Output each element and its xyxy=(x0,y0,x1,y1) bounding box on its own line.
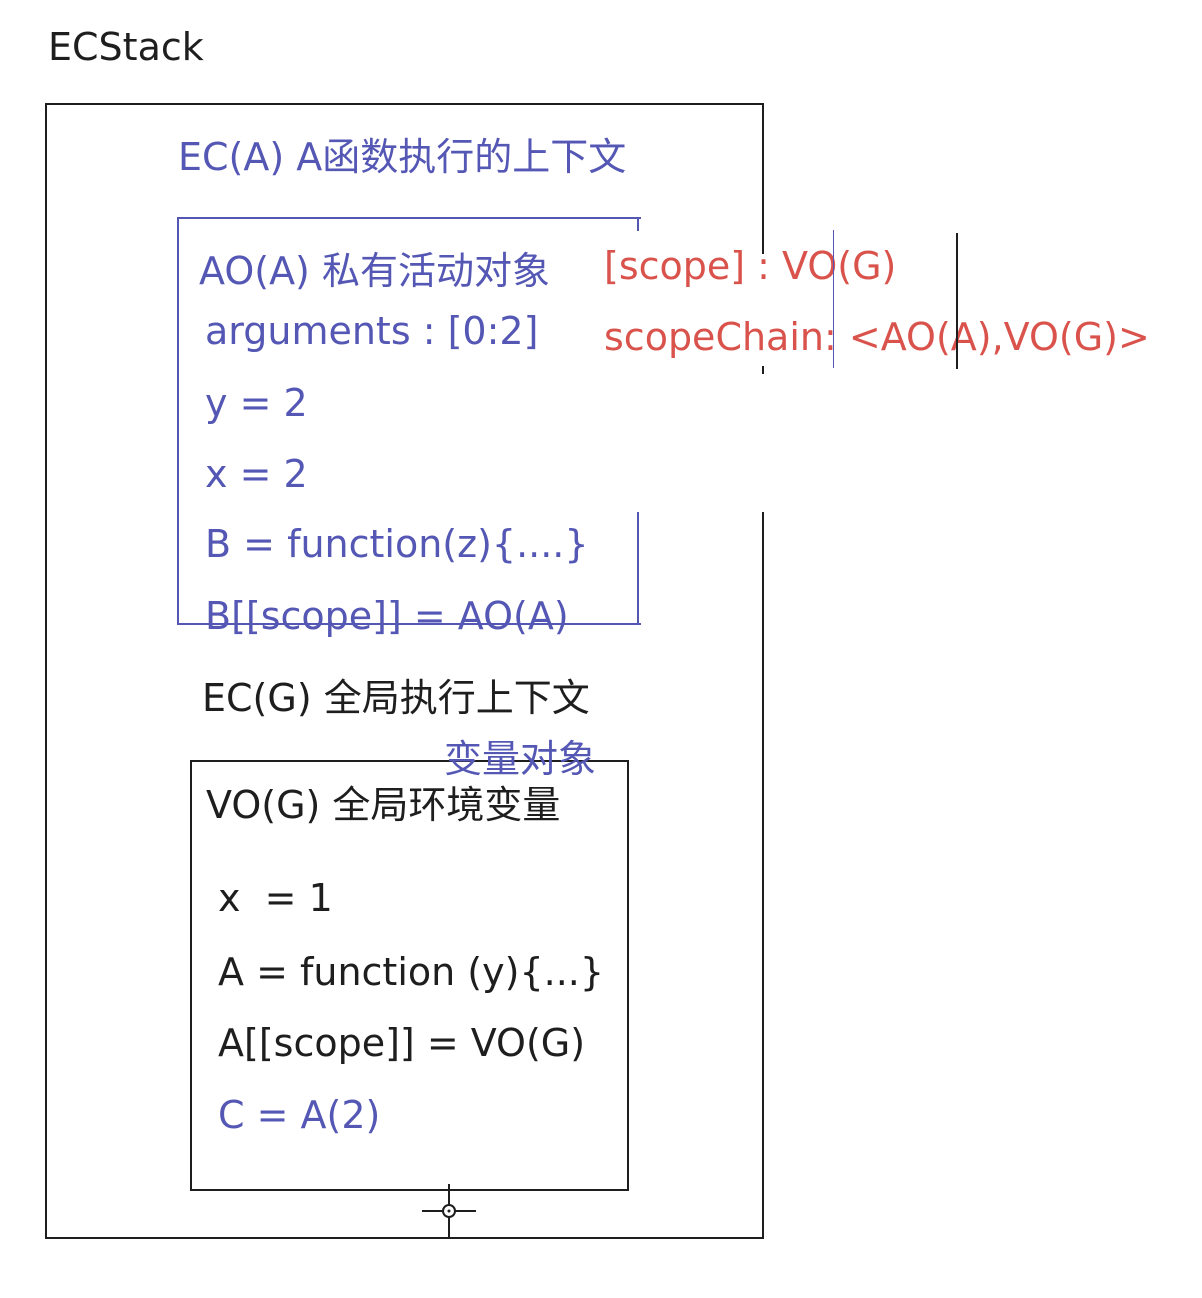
ao-a-line: B = function(z){....} xyxy=(205,522,589,566)
scope-annotation: [scope] : VO(G) xyxy=(604,244,897,288)
vo-g-line: A[[scope]] = VO(G) xyxy=(218,1021,586,1065)
ao-a-line: y = 2 xyxy=(205,381,308,425)
vo-g-label: VO(G) 全局环境变量 xyxy=(206,783,561,827)
ecstack-title: ECStack xyxy=(48,25,204,69)
ao-a-box-right-bottom xyxy=(637,512,639,625)
crosshair-move-cursor-icon xyxy=(422,1184,476,1238)
variable-object-annotation: 变量对象 xyxy=(444,737,597,781)
vo-g-line: A = function (y){...} xyxy=(218,950,605,994)
ao-a-line: x = 2 xyxy=(205,452,308,496)
vo-g-line: x = 1 xyxy=(218,876,333,920)
text-caret-line xyxy=(833,230,834,368)
scope-chain-annotation: scopeChain: <AO(A),VO(G)> xyxy=(604,315,1150,359)
ao-a-box-right-top xyxy=(637,217,639,231)
ec-g-label: EC(G) 全局执行上下文 xyxy=(202,676,590,720)
ao-a-line: arguments : [0:2] xyxy=(205,309,539,353)
ec-a-label: EC(A) A函数执行的上下文 xyxy=(178,135,627,179)
vo-g-call-line: C = A(2) xyxy=(218,1093,381,1137)
text-caret-line xyxy=(956,233,958,369)
ao-a-label: AO(A) 私有活动对象 xyxy=(199,249,550,293)
frame-edge-fragment xyxy=(762,366,764,374)
ao-a-line: B[[scope]] = AO(A) xyxy=(205,594,569,638)
